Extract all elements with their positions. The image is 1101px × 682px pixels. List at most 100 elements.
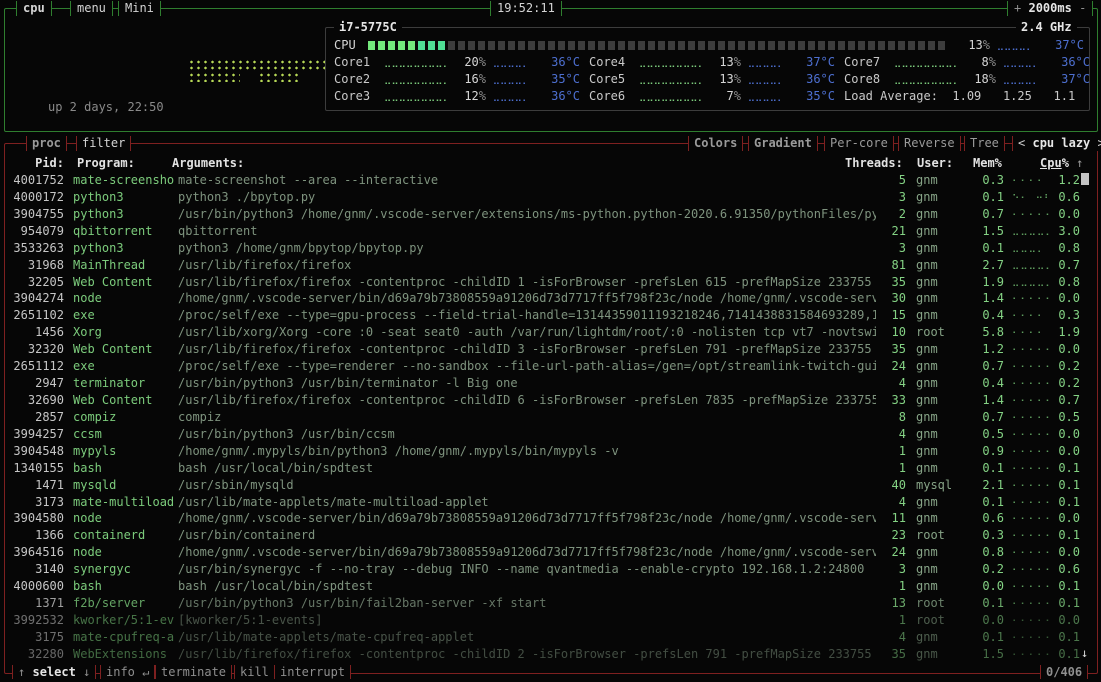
process-pid: 2857 <box>8 409 64 426</box>
info-button[interactable]: info ↵ <box>100 665 155 679</box>
process-mem-percent: 0.8 <box>970 544 1004 561</box>
reverse-button[interactable]: Reverse <box>898 136 961 151</box>
process-row[interactable]: 3994257ccsm/usr/bin/python3 /usr/bin/ccs… <box>5 426 1091 443</box>
process-row[interactable]: 2651102exe/proc/self/exe --type=gpu-proc… <box>5 307 1091 324</box>
cpu-box-tab[interactable]: cpu <box>16 1 52 16</box>
interval-increase[interactable]: + <box>1014 1 1021 15</box>
process-arguments: /usr/lib/firefox/firefox -contentproc -c… <box>178 341 876 358</box>
process-row[interactable]: 3904580node/home/gnm/.vscode-server/bin/… <box>5 510 1091 527</box>
core-row: Core12036°CCore41337°CCore7836°C <box>326 54 1089 71</box>
process-threads: 21 <box>876 223 906 240</box>
process-user: gnm <box>916 544 970 561</box>
cpu-meter-block <box>678 41 685 50</box>
process-row[interactable]: 3904755python3/usr/bin/python3 /home/gnm… <box>5 206 1091 223</box>
process-user: gnm <box>916 561 970 578</box>
process-row[interactable]: 2651112exe/proc/self/exe --type=renderer… <box>5 358 1091 375</box>
process-cpu-percent: 0.8 <box>1052 240 1080 257</box>
process-pid: 32205 <box>8 274 64 291</box>
process-row[interactable]: 2857compizcompiz8gnm0.7⠄⠄⠄⠄⠄0.5 <box>5 409 1091 426</box>
sort-column-selector[interactable]: < cpu lazy > <box>1012 136 1101 151</box>
process-mem-graph: ⣀⣀⣀⣀⡀ <box>1012 274 1052 291</box>
core-label: Core3 <box>334 88 384 105</box>
process-mem-graph: ⣀⣀⣀⡀ <box>1012 240 1052 257</box>
sort-column-value: cpu lazy <box>1032 136 1090 150</box>
process-row[interactable]: 954079qbittorrentqbittorrent21gnm1.5⣀⣀⣀⣀… <box>5 223 1091 240</box>
process-row[interactable]: 32205Web Content/usr/lib/firefox/firefox… <box>5 274 1091 291</box>
process-program: exe <box>73 307 175 324</box>
process-arguments: python3 ./bpytop.py <box>178 189 876 206</box>
cpu-meter-block <box>748 41 755 50</box>
colors-button[interactable]: Colors <box>688 136 743 151</box>
process-program: python3 <box>73 189 175 206</box>
process-row[interactable]: 3175mate-cpufreq-a/usr/lib/mate-applets/… <box>5 629 1091 646</box>
process-threads: 40 <box>876 477 906 494</box>
interval-decrease[interactable]: - <box>1079 1 1086 15</box>
process-row[interactable]: 1371f2b/server/usr/bin/python3 /usr/bin/… <box>5 595 1091 612</box>
cpu-meter-block <box>818 41 825 50</box>
process-row[interactable]: 32690Web Content/usr/lib/firefox/firefox… <box>5 392 1091 409</box>
process-row[interactable]: 32320Web Content/usr/lib/firefox/firefox… <box>5 341 1091 358</box>
process-pid: 3904274 <box>8 290 64 307</box>
process-threads: 15 <box>876 307 906 324</box>
process-mem-percent: 0.3 <box>970 527 1004 544</box>
process-program: node <box>73 544 175 561</box>
gradient-button[interactable]: Gradient <box>748 136 818 151</box>
interrupt-button[interactable]: interrupt <box>274 665 351 679</box>
load-average-cell: Load Average: 1.09 1.25 1.1 <box>844 88 1101 105</box>
select-down-icon[interactable]: ↓ <box>83 665 90 679</box>
process-row[interactable]: 32280WebExtensions/usr/lib/firefox/firef… <box>5 646 1091 663</box>
select-up-icon[interactable]: ↑ <box>18 665 25 679</box>
process-arguments: /proc/self/exe --type=renderer --no-sand… <box>178 358 876 375</box>
column-header-cpu[interactable]: Cpu% ↑ <box>1040 156 1083 170</box>
select-control[interactable]: ↑ select ↓ <box>12 665 96 679</box>
tab-proc[interactable]: proc <box>26 136 67 151</box>
process-row[interactable]: 4001752mate-screenshomate-screenshot --a… <box>5 172 1091 189</box>
process-user: gnm <box>916 172 970 189</box>
process-threads: 35 <box>876 646 906 663</box>
filter-button[interactable]: filter <box>76 136 131 151</box>
process-program: bash <box>73 460 175 477</box>
process-row[interactable]: 3904274node/home/gnm/.vscode-server/bin/… <box>5 290 1091 307</box>
process-row[interactable]: 1340155bashbash /usr/local/bin/spdtest1g… <box>5 460 1091 477</box>
process-row[interactable]: 31968MainThread/usr/lib/firefox/firefox8… <box>5 257 1091 274</box>
sort-next-icon[interactable]: > <box>1098 136 1101 150</box>
process-row[interactable]: 3140synergyc/usr/bin/synergyc -f --no-tr… <box>5 561 1091 578</box>
tree-button[interactable]: Tree <box>964 136 1005 151</box>
sort-prev-icon[interactable]: < <box>1018 136 1025 150</box>
process-row[interactable]: 3964516node/home/gnm/.vscode-server/bin/… <box>5 544 1091 561</box>
cpu-meter-block <box>858 41 865 50</box>
menu-button[interactable]: menu <box>70 1 113 16</box>
column-header-mem: Mem% <box>973 156 1002 170</box>
process-row[interactable]: 3173mate-multiload/usr/lib/mate-applets/… <box>5 494 1091 511</box>
core-usage-meter <box>384 54 452 71</box>
terminate-button[interactable]: terminate <box>155 665 232 679</box>
cpu-meter-block <box>878 41 885 50</box>
process-row[interactable]: 1471mysqld/usr/sbin/mysqld40mysql2.1⠄⠄⠄⠄… <box>5 477 1091 494</box>
process-row[interactable]: 4000172python3python3 ./bpytop.py3gnm0.1… <box>5 189 1091 206</box>
per-core-button[interactable]: Per-core <box>824 136 894 151</box>
process-arguments: /usr/lib/firefox/firefox <box>178 257 876 274</box>
kill-button[interactable]: kill <box>234 665 275 679</box>
cpu-meter-block <box>588 41 595 50</box>
process-row[interactable]: 2947terminator/usr/bin/python3 /usr/bin/… <box>5 375 1091 392</box>
core-label: Core2 <box>334 71 384 88</box>
process-row[interactable]: 1366containerd/usr/bin/containerd23root0… <box>5 527 1091 544</box>
process-row[interactable]: 3904548mypyls/home/gnm/.mypyls/bin/pytho… <box>5 443 1091 460</box>
cpu-meter-block <box>828 41 835 50</box>
process-row[interactable]: 1456Xorg/usr/lib/xorg/Xorg -core :0 -sea… <box>5 324 1091 341</box>
cpu-meter-block <box>698 41 705 50</box>
process-row[interactable]: 3992532kworker/5:1-ev[kworker/5:1-events… <box>5 612 1091 629</box>
process-arguments: compiz <box>178 409 876 426</box>
scrollbar-thumb[interactable] <box>1081 173 1089 185</box>
process-pid: 1456 <box>8 324 64 341</box>
process-row[interactable]: 4000600bashbash /usr/local/bin/spdtest1g… <box>5 578 1091 595</box>
update-interval-control[interactable]: + 2000ms - <box>1007 1 1093 16</box>
process-row[interactable]: 3533263python3python3 /home/gnm/bpytop/b… <box>5 240 1091 257</box>
core-label: Core6 <box>589 88 639 105</box>
core-usage-meter <box>384 88 452 105</box>
cpu-meter-block <box>798 41 805 50</box>
mini-mode-button[interactable]: Mini <box>118 1 161 16</box>
process-program: WebExtensions <box>73 646 175 663</box>
process-mem-graph: ⠄⠄⠄⠄⠄ <box>1012 341 1052 358</box>
process-mem-graph: ⠄⠄⠄⠄ ⠂ <box>1012 324 1052 341</box>
